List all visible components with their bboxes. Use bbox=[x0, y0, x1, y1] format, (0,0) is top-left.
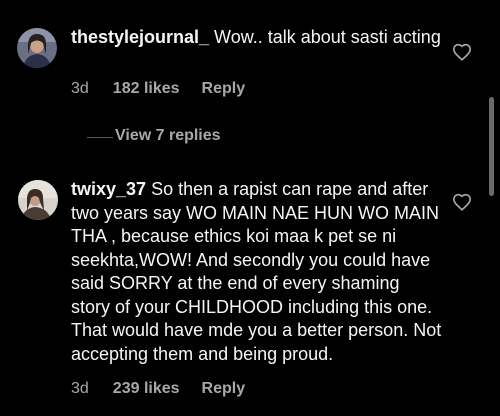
heart-outline-icon[interactable] bbox=[452, 193, 472, 211]
comment-text: twixy_37 So then a rapist can rape and a… bbox=[71, 178, 443, 366]
comment-body: Wow.. talk about sasti acting bbox=[209, 27, 441, 47]
likes-count[interactable]: 239 likes bbox=[113, 380, 180, 398]
likes-count[interactable]: 182 likes bbox=[113, 80, 180, 98]
avatar[interactable] bbox=[17, 28, 57, 68]
reply-button[interactable]: Reply bbox=[202, 380, 246, 398]
heart-outline-icon[interactable] bbox=[452, 43, 472, 61]
comment-meta: 3d 182 likes Reply bbox=[71, 80, 245, 98]
comment-text: thestylejournal_ Wow.. talk about sasti … bbox=[71, 26, 443, 50]
scrollbar[interactable] bbox=[489, 97, 494, 196]
comment-body: So then a rapist can rape and after two … bbox=[71, 179, 442, 364]
replies-divider bbox=[87, 137, 113, 138]
comment-timestamp: 3d bbox=[71, 80, 89, 97]
comment-timestamp: 3d bbox=[71, 380, 89, 397]
avatar[interactable] bbox=[18, 180, 58, 220]
comment-username[interactable]: twixy_37 bbox=[71, 179, 146, 199]
comment-username[interactable]: thestylejournal_ bbox=[71, 27, 209, 47]
comment-meta: 3d 239 likes Reply bbox=[71, 380, 245, 398]
reply-button[interactable]: Reply bbox=[202, 80, 246, 98]
view-replies-label: View 7 replies bbox=[115, 127, 221, 144]
